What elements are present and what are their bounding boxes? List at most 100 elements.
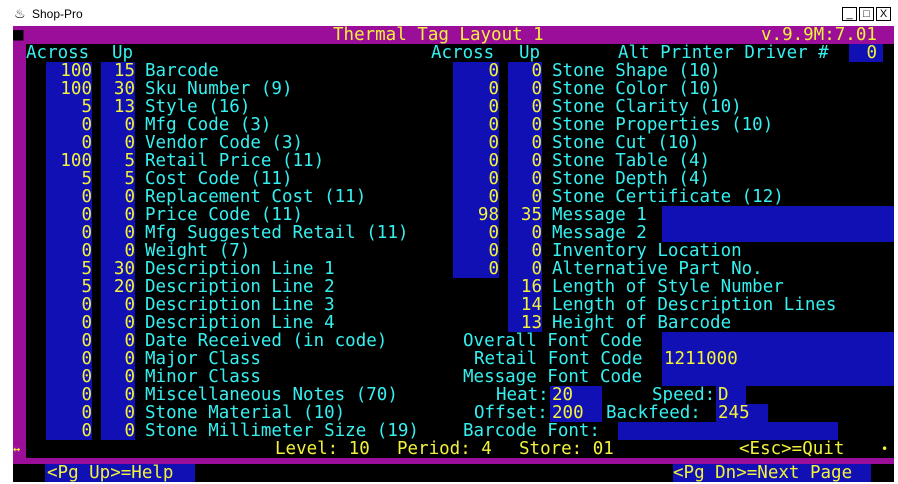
- minimize-button[interactable]: _: [842, 7, 857, 21]
- retail-font-value: 1211000: [664, 349, 738, 369]
- across-field[interactable]: 0: [453, 260, 499, 278]
- up-field[interactable]: 0: [101, 206, 135, 224]
- up-field[interactable]: 0: [508, 80, 542, 98]
- length-label: Height of Barcode: [552, 313, 732, 333]
- offset-field[interactable]: 200: [550, 404, 602, 422]
- up-field[interactable]: 0: [101, 314, 135, 332]
- quit-hint[interactable]: <Esc>=Quit: [739, 440, 844, 458]
- help-key[interactable]: <Pg Up>=Help: [45, 464, 195, 482]
- across-field[interactable]: 0: [453, 242, 499, 260]
- across-field[interactable]: 0: [46, 116, 92, 134]
- across-field[interactable]: 100: [46, 152, 92, 170]
- across-field[interactable]: 0: [453, 98, 499, 116]
- up-field[interactable]: 30: [101, 80, 135, 98]
- barcode-font-field[interactable]: [618, 422, 838, 440]
- up-field[interactable]: 13: [101, 98, 135, 116]
- up-field[interactable]: 5: [101, 152, 135, 170]
- up-field[interactable]: 0: [101, 404, 135, 422]
- across-value: 0: [81, 367, 92, 387]
- up-field[interactable]: 0: [101, 368, 135, 386]
- across-field[interactable]: 0: [46, 350, 92, 368]
- up-field[interactable]: 0: [508, 152, 542, 170]
- alt-printer-label: Alt Printer Driver #: [618, 43, 829, 63]
- across-field[interactable]: 0: [46, 386, 92, 404]
- up-value: 0: [124, 403, 135, 423]
- speed-field[interactable]: D: [716, 386, 746, 404]
- up-value: 0: [124, 187, 135, 207]
- up-field[interactable]: 0: [101, 296, 135, 314]
- across-field[interactable]: 0: [46, 134, 92, 152]
- up-field[interactable]: 0: [101, 188, 135, 206]
- across-field[interactable]: 0: [46, 314, 92, 332]
- up-field[interactable]: 0: [101, 242, 135, 260]
- across-field[interactable]: 5: [46, 170, 92, 188]
- up-value: 0: [531, 115, 542, 135]
- message-field[interactable]: [662, 206, 894, 224]
- across-field[interactable]: 5: [46, 98, 92, 116]
- up-field[interactable]: 5: [101, 170, 135, 188]
- across-field[interactable]: 0: [46, 206, 92, 224]
- length-field[interactable]: 13: [508, 314, 542, 332]
- up-field[interactable]: 0: [508, 98, 542, 116]
- across-value: 100: [60, 61, 92, 81]
- field-label: Stone Material (10): [145, 403, 346, 423]
- up-field[interactable]: 0: [508, 260, 542, 278]
- next-page-label: <Pg Dn>=Next Page: [673, 463, 853, 482]
- across-field[interactable]: 0: [46, 368, 92, 386]
- up-field[interactable]: 0: [508, 62, 542, 80]
- up-field[interactable]: 0: [508, 224, 542, 242]
- across-field[interactable]: 0: [46, 422, 92, 440]
- next-page-key[interactable]: <Pg Dn>=Next Page: [673, 464, 871, 482]
- up-field[interactable]: 0: [508, 170, 542, 188]
- alt-printer-field[interactable]: 0: [849, 44, 883, 62]
- maximize-button[interactable]: □: [859, 7, 874, 21]
- across-field[interactable]: 0: [46, 332, 92, 350]
- length-field[interactable]: 14: [508, 296, 542, 314]
- up-field[interactable]: 0: [101, 386, 135, 404]
- up-field[interactable]: 0: [101, 134, 135, 152]
- up-field[interactable]: 0: [101, 350, 135, 368]
- across-field[interactable]: 5: [46, 278, 92, 296]
- message-font-field[interactable]: [662, 368, 894, 386]
- across-field[interactable]: 100: [46, 62, 92, 80]
- across-field[interactable]: 0: [453, 116, 499, 134]
- across-field[interactable]: 0: [453, 62, 499, 80]
- across-field[interactable]: 0: [453, 224, 499, 242]
- up-field[interactable]: 0: [508, 242, 542, 260]
- up-field[interactable]: 30: [101, 260, 135, 278]
- across-field[interactable]: 0: [46, 188, 92, 206]
- up-field[interactable]: 0: [508, 116, 542, 134]
- across-field[interactable]: 0: [453, 170, 499, 188]
- up-field[interactable]: 35: [508, 206, 542, 224]
- overall-font-field[interactable]: [662, 332, 894, 350]
- up-field[interactable]: 15: [101, 62, 135, 80]
- up-field[interactable]: 0: [101, 332, 135, 350]
- up-field[interactable]: 0: [508, 134, 542, 152]
- across-field[interactable]: 0: [46, 404, 92, 422]
- up-field[interactable]: 0: [101, 116, 135, 134]
- across-field[interactable]: 0: [46, 242, 92, 260]
- length-field[interactable]: 16: [508, 278, 542, 296]
- across-field[interactable]: 0: [453, 80, 499, 98]
- up-field[interactable]: 0: [101, 422, 135, 440]
- across-value: 0: [81, 421, 92, 441]
- across-field[interactable]: 98: [453, 206, 499, 224]
- across-field[interactable]: 0: [453, 134, 499, 152]
- across-field[interactable]: 0: [46, 296, 92, 314]
- backfeed-field[interactable]: 245: [716, 404, 768, 422]
- retail-font-field[interactable]: 1211000: [662, 350, 894, 368]
- across-field[interactable]: 0: [453, 188, 499, 206]
- across-field[interactable]: 0: [46, 224, 92, 242]
- up-value: 5: [124, 151, 135, 171]
- up-field[interactable]: 20: [101, 278, 135, 296]
- up-field[interactable]: 0: [101, 224, 135, 242]
- across-field[interactable]: 5: [46, 260, 92, 278]
- across-field[interactable]: 0: [453, 152, 499, 170]
- up-field[interactable]: 0: [508, 188, 542, 206]
- close-button[interactable]: X: [876, 7, 891, 21]
- field-label: Stone Cut (10): [552, 133, 700, 153]
- message-field[interactable]: [662, 224, 894, 242]
- heat-field[interactable]: 20: [550, 386, 602, 404]
- across-field[interactable]: 100: [46, 80, 92, 98]
- field-label: Message 1: [552, 205, 647, 225]
